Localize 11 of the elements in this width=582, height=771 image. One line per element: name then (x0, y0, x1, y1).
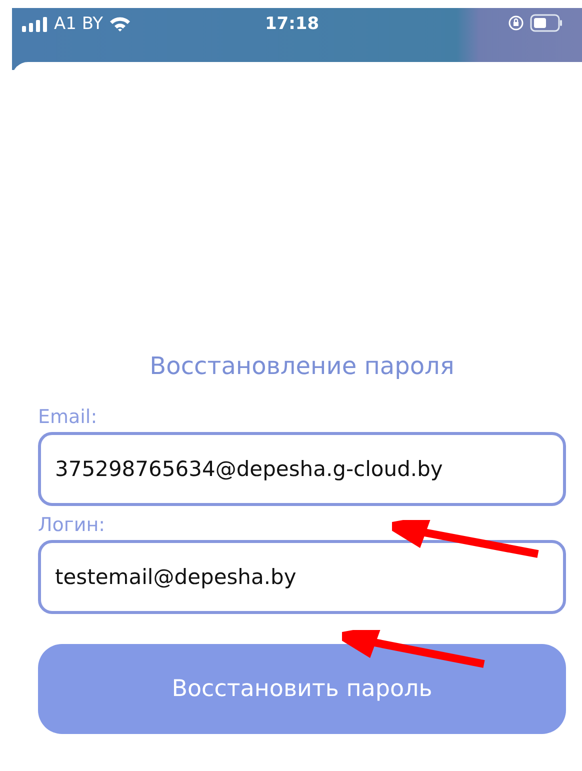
clock-time: 17:18 (264, 14, 320, 34)
carrier-name: A1 BY (54, 14, 103, 34)
signal-icon (22, 16, 48, 32)
field-label: Email: (38, 406, 98, 428)
field-label: Логин: (38, 514, 106, 536)
screen-title: Восстановление пароля (148, 352, 456, 380)
wifi-icon (108, 16, 131, 32)
rotation-lock-icon (508, 15, 524, 31)
input-field[interactable]: 375298765634@depesha.g-cloud.by (38, 432, 566, 506)
battery-icon (530, 14, 562, 32)
input-field[interactable]: testemail@depesha.by (38, 540, 566, 614)
